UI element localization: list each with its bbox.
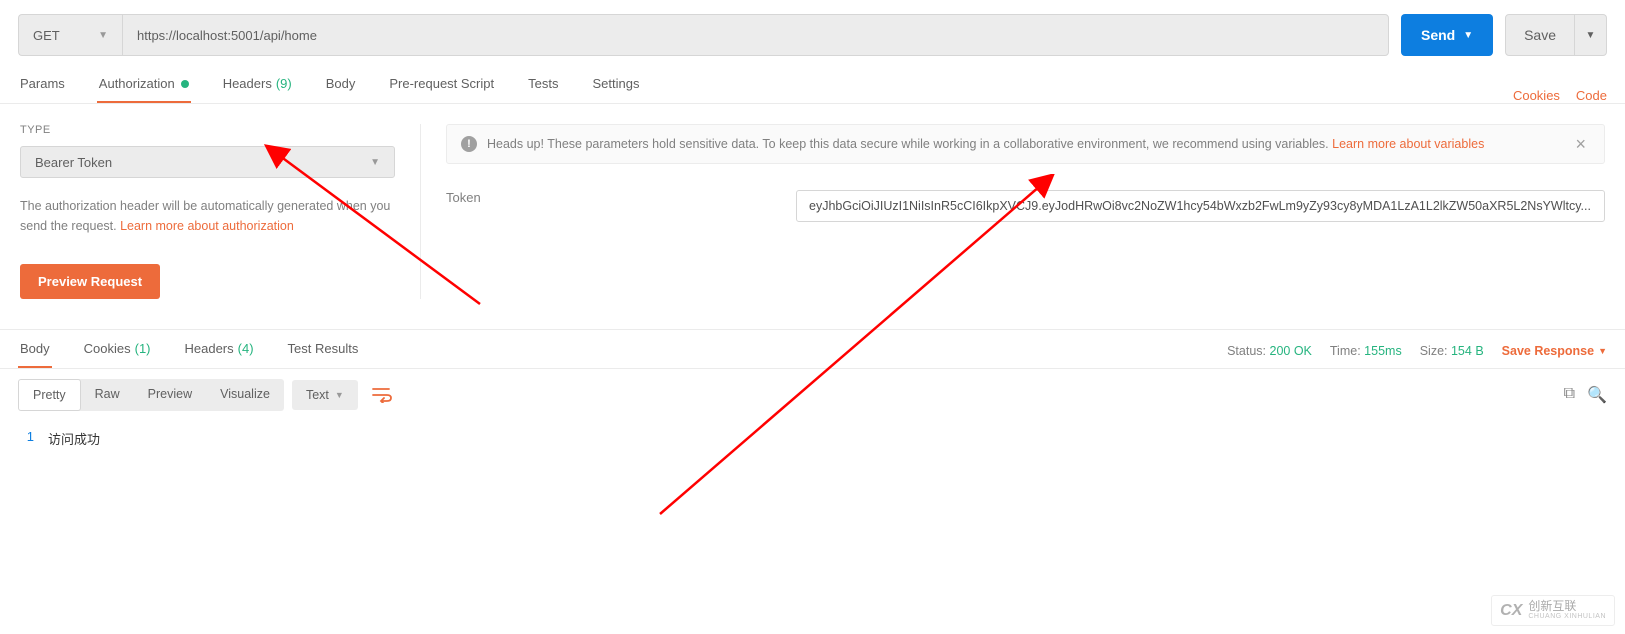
- view-raw[interactable]: Raw: [81, 379, 134, 411]
- save-dropdown-button[interactable]: ▼: [1575, 14, 1607, 56]
- auth-right: ! Heads up! These parameters hold sensit…: [446, 124, 1625, 299]
- save-response-button[interactable]: Save Response ▼: [1502, 344, 1607, 358]
- send-button[interactable]: Send ▼: [1401, 14, 1493, 56]
- url-input[interactable]: [122, 14, 1389, 56]
- format-select[interactable]: Text ▼: [292, 380, 358, 410]
- save-button[interactable]: Save: [1505, 14, 1575, 56]
- search-icon[interactable]: 🔍: [1587, 385, 1607, 405]
- close-icon[interactable]: ×: [1571, 135, 1590, 153]
- tab-resp-headers[interactable]: Headers (4): [183, 341, 256, 368]
- size-value: 154 B: [1451, 344, 1484, 358]
- caret-down-icon: ▼: [98, 30, 108, 41]
- auth-left: TYPE Bearer Token ▼ The authorization he…: [20, 124, 415, 299]
- authorization-panel: TYPE Bearer Token ▼ The authorization he…: [0, 104, 1625, 329]
- response-tabs: Body Cookies (1) Headers (4) Test Result…: [0, 329, 1625, 369]
- learn-more-variables-link[interactable]: Learn more about variables: [1332, 137, 1484, 151]
- type-label: TYPE: [20, 124, 395, 136]
- size-block: Size: 154 B: [1420, 344, 1484, 358]
- response-toolbar: Pretty Raw Preview Visualize Text ▼ ⧉ 🔍: [0, 369, 1625, 421]
- preview-request-button[interactable]: Preview Request: [20, 264, 160, 299]
- view-preview[interactable]: Preview: [134, 379, 206, 411]
- watermark: CX 创新互联 CHUANG XINHULIAN: [1491, 595, 1615, 626]
- request-bar: GET ▼ Send ▼ Save ▼: [0, 0, 1625, 70]
- token-label: Token: [446, 190, 796, 222]
- response-meta: Status: 200 OK Time: 155ms Size: 154 B S…: [1227, 344, 1607, 368]
- line-content: 访问成功: [48, 429, 100, 448]
- cookies-link[interactable]: Cookies: [1513, 88, 1560, 103]
- view-mode-group: Pretty Raw Preview Visualize: [18, 379, 284, 411]
- info-icon: !: [461, 136, 477, 152]
- auth-type-value: Bearer Token: [35, 155, 112, 170]
- auth-description: The authorization header will be automat…: [20, 196, 395, 236]
- code-link[interactable]: Code: [1576, 88, 1607, 103]
- send-label: Send: [1421, 27, 1455, 43]
- tab-resp-body[interactable]: Body: [18, 341, 52, 368]
- time-value: 155ms: [1364, 344, 1402, 358]
- status-block: Status: 200 OK: [1227, 344, 1312, 358]
- tab-headers[interactable]: Headers (9): [221, 76, 294, 103]
- token-row: Token: [446, 190, 1605, 222]
- tab-resp-tests[interactable]: Test Results: [286, 341, 361, 368]
- tab-params[interactable]: Params: [18, 76, 67, 103]
- watermark-sub: CHUANG XINHULIAN: [1528, 613, 1606, 621]
- tab-prerequest[interactable]: Pre-request Script: [387, 76, 496, 103]
- tab-body[interactable]: Body: [324, 76, 358, 103]
- auth-type-select[interactable]: Bearer Token ▼: [20, 146, 395, 178]
- token-input[interactable]: [796, 190, 1605, 222]
- line-number: 1: [18, 429, 48, 448]
- copy-icon[interactable]: ⧉: [1564, 385, 1575, 405]
- response-body: 1 访问成功: [0, 421, 1625, 456]
- code-line: 1 访问成功: [0, 427, 1625, 450]
- view-visualize[interactable]: Visualize: [206, 379, 284, 411]
- learn-more-auth-link[interactable]: Learn more about authorization: [120, 219, 294, 233]
- save-group: Save ▼: [1505, 14, 1607, 56]
- watermark-logo: CX: [1500, 602, 1522, 620]
- tab-resp-cookies[interactable]: Cookies (1): [82, 341, 153, 368]
- sensitive-data-alert: ! Heads up! These parameters hold sensit…: [446, 124, 1605, 164]
- tab-tests[interactable]: Tests: [526, 76, 560, 103]
- method-value: GET: [33, 28, 60, 43]
- caret-down-icon: ▼: [370, 157, 380, 168]
- method-select[interactable]: GET ▼: [18, 14, 122, 56]
- tab-authorization[interactable]: Authorization: [97, 76, 191, 103]
- status-dot-icon: [181, 80, 189, 88]
- tab-settings[interactable]: Settings: [590, 76, 641, 103]
- alert-text: Heads up! These parameters hold sensitiv…: [487, 137, 1484, 151]
- request-tabs: Params Authorization Headers (9) Body Pr…: [0, 70, 1625, 104]
- status-value: 200 OK: [1270, 344, 1312, 358]
- toolbar-right: ⧉ 🔍: [1564, 385, 1607, 405]
- caret-down-icon: ▼: [1598, 346, 1607, 356]
- separator: [420, 124, 421, 299]
- time-block: Time: 155ms: [1330, 344, 1402, 358]
- tabs-right: Cookies Code: [1513, 88, 1607, 103]
- view-pretty[interactable]: Pretty: [18, 379, 81, 411]
- watermark-text: 创新互联: [1528, 600, 1606, 613]
- caret-down-icon: ▼: [1463, 30, 1473, 41]
- caret-down-icon: ▼: [335, 390, 344, 400]
- word-wrap-icon[interactable]: [366, 379, 398, 411]
